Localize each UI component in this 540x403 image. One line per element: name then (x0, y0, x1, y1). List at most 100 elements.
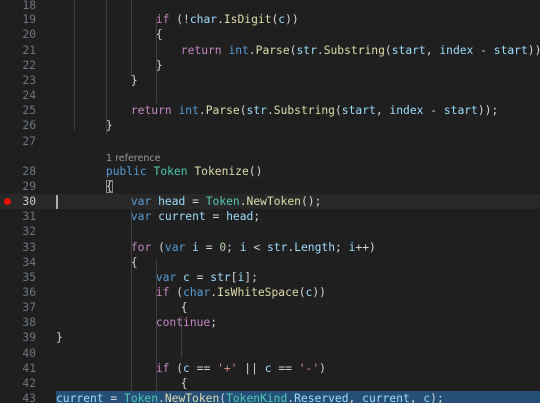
line-number[interactable]: 28 (0, 164, 36, 179)
code-line-42[interactable]: 42 { (0, 376, 540, 391)
code-line-26[interactable]: 26} (0, 118, 540, 133)
line-number[interactable]: 29 (0, 179, 36, 194)
code-line-41[interactable]: 41 if (c == '+' || c == '-') (0, 361, 540, 376)
line-number[interactable]: 22 (0, 58, 36, 73)
line-number[interactable]: 25 (0, 103, 36, 118)
code-line-34[interactable]: 34 { (0, 255, 540, 270)
line-number[interactable]: 23 (0, 73, 36, 88)
code-token: public (105, 165, 147, 178)
code-text: } (106, 118, 113, 133)
code-token: '-' (298, 362, 320, 375)
line-number[interactable]: 20 (0, 27, 36, 42)
line-number[interactable]: 27 (0, 134, 36, 149)
code-line-21[interactable]: 21 return int.Parse(str.Substring(start, … (0, 43, 540, 58)
code-token: } (130, 74, 138, 87)
code-token: index (439, 44, 474, 57)
line-number[interactable]: 35 (0, 270, 36, 285)
line-number[interactable]: 41 (0, 361, 36, 376)
line-number[interactable]: 33 (0, 240, 36, 255)
line-number[interactable]: 43 (0, 391, 36, 403)
code-line-33[interactable]: 33 for (var i = 0; i < str.Length; i++) (0, 240, 540, 255)
code-token: . (217, 13, 224, 26)
code-line-23[interactable]: 23} (0, 73, 540, 88)
code-token: { (105, 180, 113, 193)
code-token: )); (477, 104, 499, 117)
code-token: , (409, 392, 424, 403)
code-token: start (391, 44, 426, 57)
code-token: ]; (244, 271, 258, 284)
code-token: Reserved (294, 392, 349, 403)
line-number[interactable]: 42 (0, 376, 36, 391)
code-token: ; (210, 316, 218, 329)
code-token: = (103, 392, 125, 403)
code-token: var (130, 210, 152, 223)
code-line-30[interactable]: 30 var head = Token.NewToken(); (0, 194, 540, 210)
code-token: - (423, 104, 444, 117)
code-token: current (158, 210, 206, 223)
code-token: ( (169, 286, 184, 299)
code-token: str (246, 104, 267, 117)
code-token: NewToken (246, 195, 301, 208)
code-token: return (180, 44, 222, 57)
code-token: char (183, 286, 211, 299)
code-token: index (389, 104, 424, 117)
code-token: - (473, 44, 494, 57)
code-token: Token (205, 195, 240, 208)
line-number[interactable]: 24 (0, 88, 36, 103)
code-line-20[interactable]: 20 { (0, 27, 540, 42)
code-token: head (226, 210, 254, 223)
code-line-43[interactable]: 43 current = Token.NewToken(TokenKind.Res… (0, 391, 540, 403)
code-line-29[interactable]: 29 { (0, 179, 540, 194)
code-token: = (185, 195, 206, 208)
code-line-40[interactable]: 40 (0, 346, 540, 361)
code-token: = (205, 210, 227, 223)
code-token: = (198, 241, 220, 254)
code-line-32[interactable]: 32 (0, 224, 540, 239)
code-token: )) (312, 286, 326, 299)
code-line-28[interactable]: 28 public Token Tokenize() (0, 164, 540, 179)
code-token: . (158, 392, 165, 403)
code-line-31[interactable]: 31 var current = head; (0, 209, 540, 224)
code-token: if (155, 362, 170, 375)
line-number[interactable]: 31 (0, 209, 36, 224)
code-line-19[interactable]: 19 if (!char.IsDigit(c)) (0, 12, 540, 27)
line-number[interactable]: 40 (0, 346, 36, 361)
line-number[interactable]: 19 (0, 12, 36, 27)
code-token: == (189, 362, 218, 375)
code-token: head (158, 195, 186, 208)
code-token: ( (384, 44, 392, 57)
code-text: current = Token.NewToken(TokenKind.Reser… (56, 391, 540, 403)
code-token: , (375, 104, 390, 117)
line-number[interactable]: 39 (0, 330, 36, 345)
code-line-36[interactable]: 36 if (char.IsWhiteSpace(c)) (0, 285, 540, 300)
code-text: if (char.IsWhiteSpace(c)) (156, 285, 326, 300)
line-number[interactable]: 37 (0, 300, 36, 315)
code-line-39[interactable]: 39} (0, 330, 540, 345)
code-token: . (248, 44, 256, 57)
line-number[interactable]: 36 (0, 285, 36, 300)
code-token: for (130, 241, 152, 254)
line-number[interactable]: 38 (0, 315, 36, 330)
code-token: c (183, 271, 190, 284)
line-number[interactable]: 32 (0, 224, 36, 239)
code-line-24[interactable]: 24 (0, 88, 540, 103)
code-line-22[interactable]: 22} (0, 58, 540, 73)
line-number[interactable]: 26 (0, 118, 36, 133)
code-line-38[interactable]: 38 continue; (0, 315, 540, 330)
line-number[interactable]: 21 (0, 43, 36, 58)
breakpoint-icon[interactable] (4, 198, 11, 205)
code-token: c (183, 362, 190, 375)
line-number[interactable]: 34 (0, 255, 36, 270)
code-token: ; (253, 210, 261, 223)
code-line-25[interactable]: 25 return int.Parse(str.Substring(start, … (0, 103, 540, 118)
code-token: (); (300, 195, 322, 208)
code-token: (! (169, 13, 190, 26)
code-token: . (266, 104, 274, 117)
code-text: var current = head; (131, 209, 260, 224)
code-line-35[interactable]: 35 var c = str[i]; (0, 270, 540, 285)
code-line-37[interactable]: 37 { (0, 300, 540, 315)
code-editor[interactable]: 1 reference 18 19 if (!char.IsDigit(c)) 20{… (0, 0, 540, 403)
code-line-27[interactable]: 27 (0, 134, 540, 149)
code-token: Substring (323, 44, 385, 57)
